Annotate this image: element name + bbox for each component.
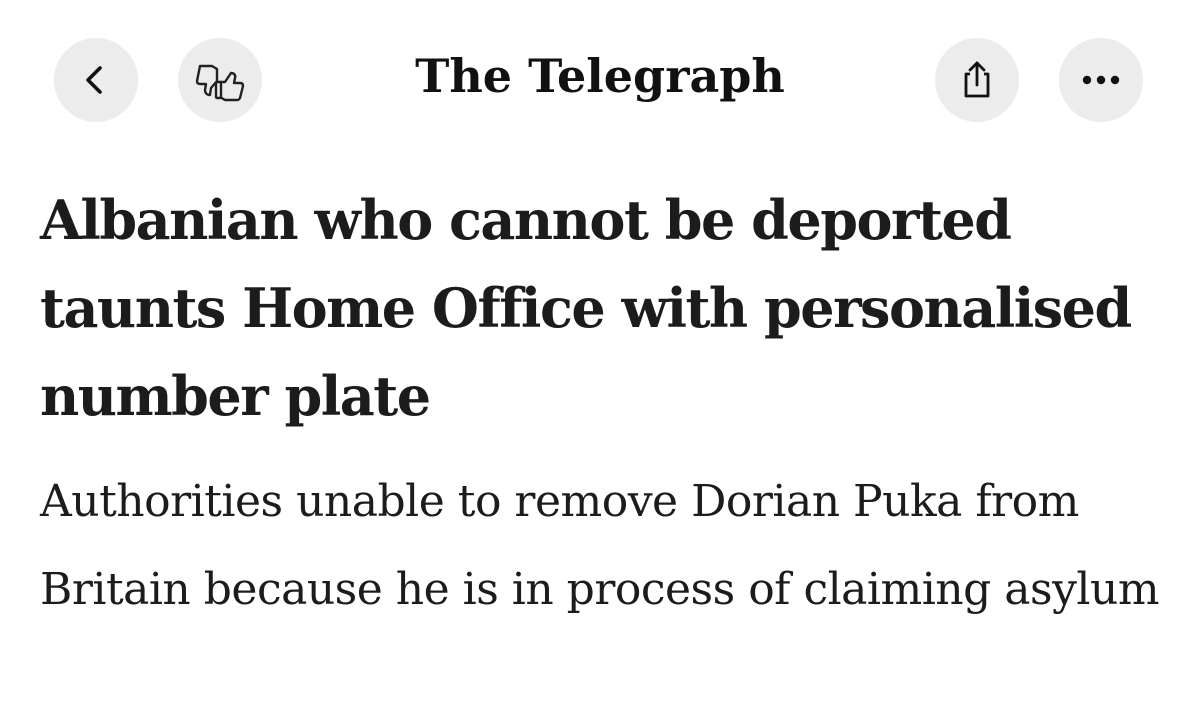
back-button[interactable]: [54, 38, 138, 122]
article-standfirst: Authorities unable to remove Dorian Puka…: [40, 476, 1160, 615]
thumbs-feedback-icon: [195, 64, 245, 102]
share-button[interactable]: [935, 38, 1019, 122]
chevron-left-icon: [86, 66, 102, 94]
article-headline: Albanian who cannot be deported taunts H…: [40, 188, 1132, 428]
more-options-button[interactable]: [1059, 38, 1143, 122]
masthead-logo: The Telegraph: [415, 49, 785, 103]
feedback-button[interactable]: [178, 38, 262, 122]
top-navigation-bar: The Telegraph: [0, 0, 1199, 160]
more-options-icon: [1082, 75, 1120, 85]
share-icon: [964, 61, 990, 98]
